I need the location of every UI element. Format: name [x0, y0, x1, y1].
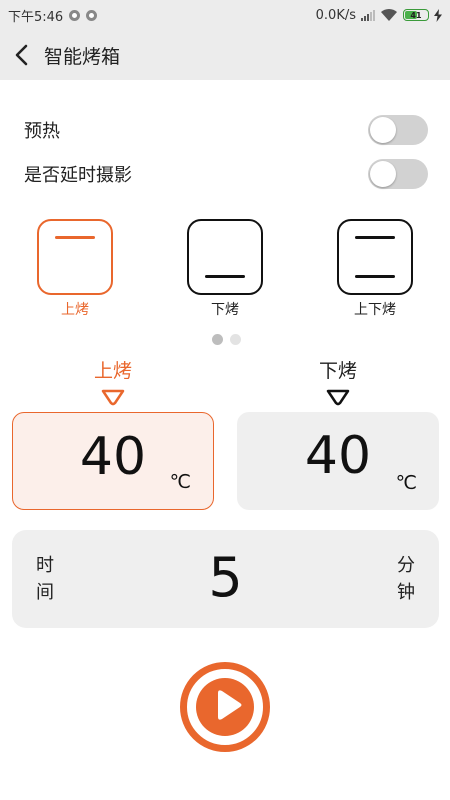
top-heat-icon [37, 219, 113, 295]
mode-label: 上烤 [61, 302, 89, 318]
triangle-down-icon [326, 389, 350, 406]
battery-icon: 41 [403, 9, 429, 21]
heat-line [205, 275, 245, 278]
temp-unit: ℃ [169, 471, 191, 493]
status-bar: 下午5:46 0.0K/s 41 [0, 0, 450, 30]
cellular-signal-icon [361, 9, 375, 21]
heat-line [355, 275, 395, 278]
mode-top-bottom-heat[interactable]: 上下烤 [335, 219, 415, 319]
time-picker[interactable]: 时 间 5 分 钟 [12, 530, 439, 628]
wifi-icon [381, 8, 397, 21]
top-bottom-heat-icon [337, 219, 413, 295]
back-arrow-icon[interactable] [10, 43, 34, 67]
bottom-temp-picker[interactable]: 40 ℃ [237, 412, 439, 510]
temp-unit: ℃ [395, 472, 417, 494]
heat-line [355, 236, 395, 239]
bottom-temp-label: 下烤 [318, 360, 357, 382]
preheat-label: 预热 [24, 121, 60, 142]
app-header: 智能烤箱 [0, 30, 450, 80]
time-unit: 分 钟 [395, 552, 417, 606]
time-unit-line: 分 [397, 555, 415, 576]
mode-label: 上下烤 [354, 302, 396, 318]
page-dot-active [212, 334, 223, 345]
play-icon [218, 690, 242, 720]
toggle-knob [370, 117, 396, 143]
mode-bottom-heat[interactable]: 下烤 [185, 219, 265, 319]
triangle-down-icon [101, 389, 125, 406]
top-temp-label: 上烤 [93, 360, 132, 382]
network-speed: 0.0K/s [315, 7, 356, 23]
mode-label: 下烤 [211, 302, 239, 318]
notification-dot-icon [86, 9, 98, 21]
toggle-knob [370, 161, 396, 187]
timelapse-row: 是否延时摄影 [24, 156, 428, 192]
preheat-toggle[interactable] [368, 115, 428, 145]
preheat-row: 预热 [24, 112, 428, 148]
mode-top-heat[interactable]: 上烤 [35, 219, 115, 319]
page-title: 智能烤箱 [44, 45, 121, 68]
mode-selector: 上烤 下烤 上下烤 [0, 219, 450, 329]
page-indicator [212, 334, 241, 345]
charging-icon [434, 8, 442, 22]
battery-level: 41 [410, 10, 422, 20]
start-button[interactable] [180, 662, 270, 752]
top-temp-picker[interactable]: 40 ℃ [12, 412, 214, 510]
status-time: 下午5:46 [8, 9, 64, 25]
bottom-heat-icon [187, 219, 263, 295]
notification-dot-icon [69, 9, 81, 21]
time-unit-line: 钟 [397, 582, 415, 603]
timelapse-label: 是否延时摄影 [24, 165, 132, 186]
heat-line [55, 236, 95, 239]
page-dot [230, 334, 241, 345]
time-value: 5 [208, 546, 243, 609]
timelapse-toggle[interactable] [368, 159, 428, 189]
